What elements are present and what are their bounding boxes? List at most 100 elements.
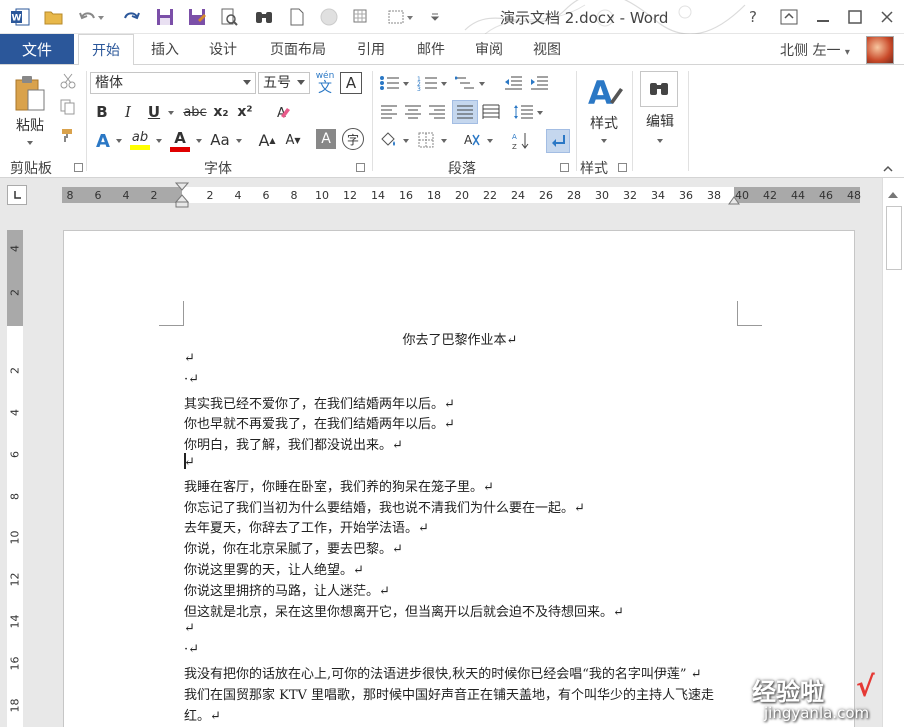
- paste-dropdown-arrow-icon[interactable]: [27, 141, 33, 145]
- styles-launcher-icon[interactable]: [618, 163, 627, 172]
- maximize-icon[interactable]: [842, 6, 868, 28]
- table-dropdown-icon[interactable]: [386, 6, 416, 28]
- underline-dropdown-icon[interactable]: [168, 111, 174, 115]
- align-right-icon[interactable]: [426, 101, 448, 123]
- close-icon[interactable]: [874, 6, 900, 28]
- document-page[interactable]: 你去了巴黎作业本↵ ↵ ·↵ 其实我已经不爱你了，在我们结婚两年以后。↵ 你也早就不再…: [63, 230, 855, 727]
- save-as-icon[interactable]: [186, 6, 208, 28]
- numbering-button[interactable]: 123: [416, 72, 450, 94]
- file-tab[interactable]: 文件: [0, 34, 74, 64]
- bold-button[interactable]: B: [92, 101, 112, 123]
- styles-dropdown-icon[interactable]: [601, 139, 607, 143]
- right-indent-marker-icon[interactable]: [728, 195, 740, 205]
- document-line[interactable]: ↵: [184, 351, 195, 366]
- chinese-layout-button[interactable]: A: [462, 129, 496, 151]
- tab-review[interactable]: 审阅: [464, 34, 514, 64]
- vertical-scrollbar[interactable]: [882, 178, 904, 727]
- document-line[interactable]: 你明白，我了解，我们都没说出来。↵: [184, 434, 403, 453]
- format-painter-icon[interactable]: [58, 125, 78, 145]
- cut-icon[interactable]: [58, 71, 78, 91]
- align-left-icon[interactable]: [378, 101, 400, 123]
- vertical-ruler[interactable]: 4 2 2 4 6 8 10 12 14 16 18: [7, 230, 23, 727]
- character-shading-button[interactable]: A: [316, 129, 336, 149]
- align-center-icon[interactable]: [402, 101, 424, 123]
- document-line[interactable]: 我睡在客厅，你睡在卧室，我们养的狗呆在笼子里。↵: [184, 476, 494, 495]
- redo-icon[interactable]: [120, 6, 142, 28]
- line-spacing-button[interactable]: [512, 101, 546, 123]
- change-case-dropdown-icon[interactable]: [236, 139, 242, 143]
- document-line[interactable]: 你也早就不再爱我了，在我们结婚两年以后。↵: [184, 413, 455, 432]
- scroll-thumb[interactable]: [886, 206, 902, 270]
- font-size-combo[interactable]: 五号: [258, 72, 310, 94]
- document-line[interactable]: 去年夏天，你辞去了工作，开始学法语。↵: [184, 517, 429, 536]
- distributed-icon[interactable]: [480, 101, 502, 123]
- text-effects-dropdown-icon[interactable]: [116, 139, 122, 143]
- document-line[interactable]: 你说这里拥挤的马路，让人迷茫。↵: [184, 580, 390, 599]
- tab-view[interactable]: 视图: [522, 34, 572, 64]
- tab-selector[interactable]: [7, 185, 27, 205]
- horizontal-ruler[interactable]: 8 6 4 2 2 4 6 8 10 12 14 16 18 20 22 24 26 28 30 32 34 36 38 40…: [62, 182, 861, 208]
- editing-dropdown-icon[interactable]: [657, 139, 663, 143]
- document-line[interactable]: 你说这里雾的天，让人绝望。↵: [184, 559, 364, 578]
- highlight-button[interactable]: ab: [128, 127, 152, 153]
- shrink-font-button[interactable]: A ▼: [282, 129, 304, 151]
- document-line[interactable]: 但这就是北京，呆在这里你想离开它，但当离开以后就会迫不及待想回来。↵: [184, 601, 624, 620]
- font-launcher-icon[interactable]: [356, 163, 365, 172]
- insert-table-icon[interactable]: [350, 6, 374, 28]
- new-document-icon[interactable]: [286, 6, 308, 28]
- editing-button-label[interactable]: 编辑: [640, 111, 680, 131]
- document-line[interactable]: 我没有把你的话放在心上,可你的法语进步很快,秋天的时候你已经会唱“我的名字叫伊莲…: [184, 663, 702, 682]
- tab-mailings[interactable]: 邮件: [406, 34, 456, 64]
- font-name-combo[interactable]: 楷体: [90, 72, 256, 94]
- text-effects-button[interactable]: A: [92, 129, 114, 153]
- change-case-button[interactable]: Aa: [208, 129, 232, 151]
- editing-icon[interactable]: [640, 71, 678, 107]
- document-line[interactable]: ·↵: [184, 372, 199, 387]
- bullets-button[interactable]: [378, 72, 412, 94]
- document-area[interactable]: 你去了巴黎作业本↵ ↵ ·↵ 其实我已经不爱你了，在我们结婚两年以后。↵ 你也早就不再…: [30, 210, 882, 727]
- styles-button-label[interactable]: 样式: [582, 113, 626, 133]
- save-icon[interactable]: [154, 6, 176, 28]
- document-line[interactable]: 你说，你在北京呆腻了，要去巴黎。↵: [184, 538, 403, 557]
- character-border-button[interactable]: A: [340, 72, 362, 94]
- minimize-icon[interactable]: [810, 6, 836, 28]
- document-line[interactable]: 红。↵: [184, 705, 221, 724]
- sort-icon[interactable]: AZ: [510, 129, 532, 153]
- font-color-dropdown-icon[interactable]: [196, 139, 202, 143]
- paste-button[interactable]: [10, 71, 50, 117]
- decrease-indent-icon[interactable]: [502, 72, 524, 94]
- italic-button[interactable]: I: [118, 101, 138, 123]
- styles-icon[interactable]: A: [582, 71, 626, 113]
- undo-icon[interactable]: [76, 6, 106, 28]
- subscript-button[interactable]: x₂: [210, 101, 232, 123]
- shading-button[interactable]: [378, 129, 412, 151]
- underline-button[interactable]: U: [144, 101, 164, 123]
- grow-font-button[interactable]: A ▲: [256, 129, 278, 151]
- justify-icon[interactable]: [452, 100, 478, 124]
- tab-home[interactable]: 开始: [78, 34, 134, 65]
- enclose-characters-button[interactable]: 字: [342, 128, 364, 150]
- circle-icon[interactable]: [318, 6, 340, 28]
- document-line[interactable]: ·↵: [184, 642, 199, 657]
- paragraph-launcher-icon[interactable]: [560, 163, 569, 172]
- strikethrough-button[interactable]: abc: [180, 101, 210, 123]
- tab-insert[interactable]: 插入: [140, 34, 190, 64]
- paste-label[interactable]: 粘贴: [10, 115, 50, 135]
- document-heading[interactable]: 你去了巴黎作业本↵: [64, 329, 856, 348]
- tab-design[interactable]: 设计: [198, 34, 248, 64]
- collapse-ribbon-icon[interactable]: [880, 161, 896, 175]
- scroll-up-icon[interactable]: [888, 192, 898, 198]
- open-folder-icon[interactable]: [42, 6, 66, 28]
- superscript-button[interactable]: x²: [234, 101, 256, 123]
- customize-qat-icon[interactable]: [428, 6, 442, 28]
- phonetic-guide-button[interactable]: wén 文: [314, 70, 336, 96]
- word-logo-icon[interactable]: W: [8, 6, 32, 28]
- document-line[interactable]: 我们在国贸那家 KTV 里唱歌，那时候中国好声音正在铺天盖地，有个叫华少的主持人…: [184, 684, 714, 703]
- help-icon[interactable]: ?: [740, 6, 766, 28]
- borders-button[interactable]: [416, 129, 450, 151]
- avatar[interactable]: [866, 36, 894, 64]
- show-marks-icon[interactable]: [546, 129, 570, 153]
- indent-marker-icon[interactable]: [175, 182, 189, 208]
- binoculars-icon[interactable]: [252, 6, 276, 28]
- document-line[interactable]: 你忘记了我们当初为什么要结婚，我也说不清我们为什么要在一起。↵: [184, 497, 585, 516]
